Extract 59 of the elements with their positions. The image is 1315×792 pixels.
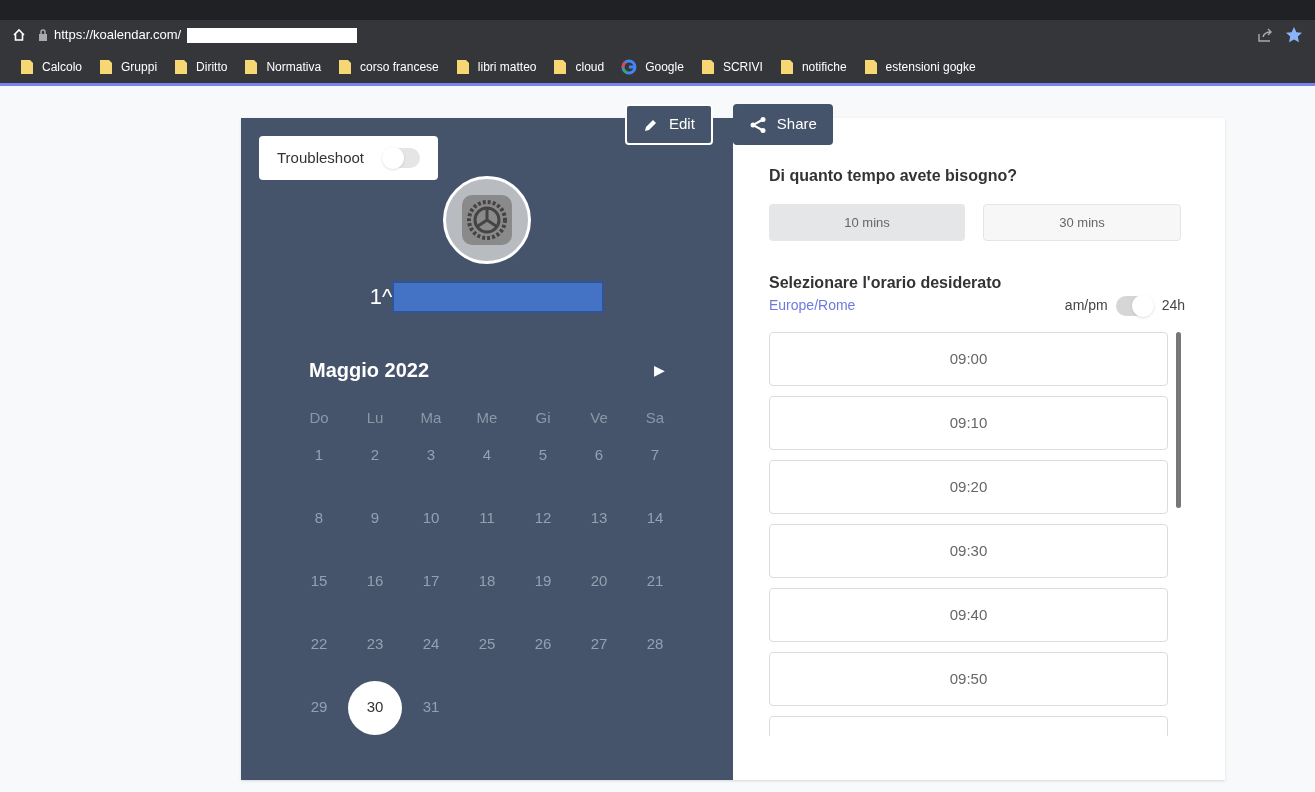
- bookmark-item[interactable]: Gruppi: [99, 57, 158, 76]
- time-slot[interactable]: 09:00: [769, 332, 1168, 386]
- weekday-label: Lu: [365, 408, 385, 428]
- folder-icon: [174, 58, 189, 75]
- time-title: Selezionare l'orario desiderato: [769, 273, 1003, 293]
- weekday-label: Ma: [419, 408, 443, 428]
- share-icon[interactable]: [1257, 27, 1273, 43]
- bookmark-item[interactable]: Diritto: [174, 57, 228, 76]
- bookmark-item[interactable]: Normativa: [244, 57, 322, 76]
- time-slot[interactable]: 09:20: [769, 460, 1168, 514]
- event-title: 1^: [369, 283, 393, 311]
- weekday-label: Ve: [589, 408, 609, 428]
- weekday-label: Gi: [534, 408, 552, 428]
- time-slot[interactable]: 09:30: [769, 524, 1168, 578]
- troubleshoot-label: Troubleshoot: [277, 147, 364, 168]
- time-slot[interactable]: 09:50: [769, 652, 1168, 706]
- folder-icon: [863, 58, 878, 75]
- folder-icon: [244, 58, 259, 75]
- scrollbar-thumb[interactable]: [1176, 332, 1181, 508]
- folder-icon: [553, 58, 568, 75]
- bookmark-item[interactable]: notifiche: [779, 57, 847, 76]
- bookmark-item[interactable]: corso francese: [338, 57, 439, 76]
- time-slot[interactable]: 09:40: [769, 588, 1168, 642]
- google-g-icon: [621, 58, 638, 75]
- duration-title: Di quanto tempo avete bisogno?: [769, 166, 1018, 186]
- calendar-day[interactable]: 30: [348, 680, 402, 735]
- bookmark-item[interactable]: libri matteo: [455, 57, 537, 76]
- share-button[interactable]: Share: [732, 104, 833, 145]
- folder-icon: [455, 58, 470, 75]
- timezone-link[interactable]: Europe/Rome: [769, 295, 856, 316]
- share-icon: [748, 115, 767, 134]
- edit-button[interactable]: Edit: [625, 104, 713, 145]
- format-label: am/pm: [1064, 296, 1108, 315]
- lock-icon: [38, 29, 48, 41]
- url-text[interactable]: https://koalendar.com/: [54, 25, 182, 45]
- month-title: Maggio 2022: [309, 358, 430, 383]
- folder-icon: [779, 58, 794, 75]
- folder-icon: [700, 58, 715, 75]
- gear-icon: [462, 195, 512, 245]
- duration-option[interactable]: 30 mins: [983, 204, 1181, 241]
- duration-option[interactable]: 10 mins: [769, 204, 965, 241]
- home-icon[interactable]: [12, 28, 26, 42]
- folder-icon: [99, 58, 114, 75]
- bookmark-item[interactable]: cloud: [553, 57, 605, 76]
- format-label: 24h: [1161, 296, 1185, 315]
- next-month-button[interactable]: ▶: [654, 359, 665, 381]
- time-slot[interactable]: 09:10: [769, 396, 1168, 450]
- weekday-label: Sa: [644, 408, 666, 428]
- folder-icon: [20, 58, 34, 75]
- bookmark-item[interactable]: estensioni gogke: [863, 57, 976, 76]
- weekday-label: Do: [308, 408, 330, 428]
- bookmark-item[interactable]: Calcolo: [20, 57, 83, 76]
- bookmark-item[interactable]: Google: [621, 57, 684, 76]
- star-icon[interactable]: [1285, 26, 1303, 44]
- bookmark-item[interactable]: SCRIVI: [700, 57, 763, 76]
- troubleshoot-toggle[interactable]: [382, 148, 420, 168]
- weekday-label: Me: [475, 408, 499, 428]
- time-format-toggle[interactable]: [1115, 295, 1154, 316]
- folder-icon: [338, 58, 353, 75]
